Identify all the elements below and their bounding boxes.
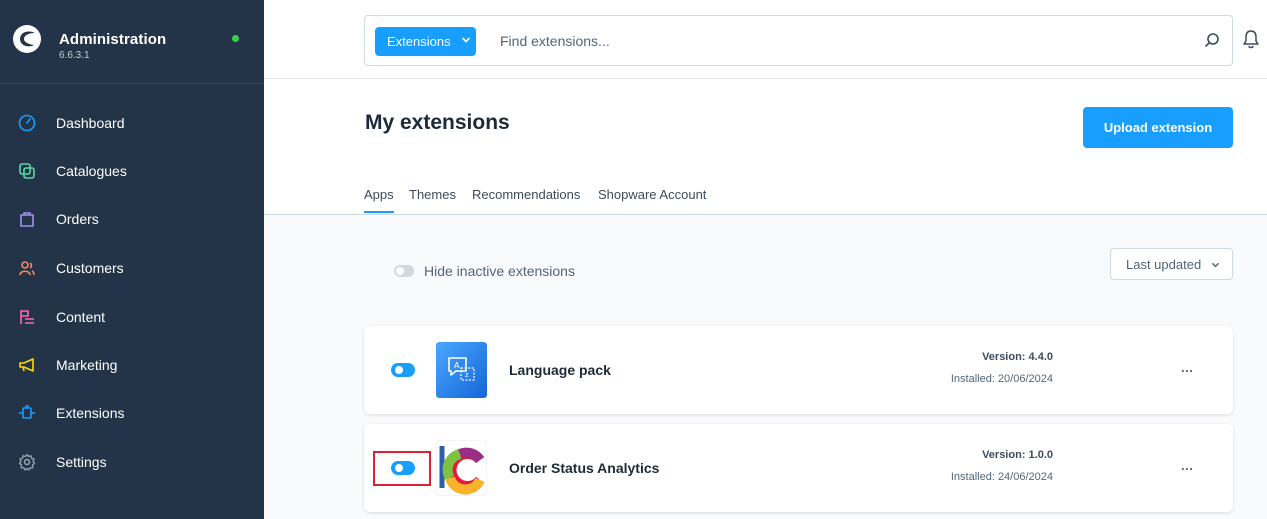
sidebar-item-settings[interactable]: Settings: [0, 440, 264, 484]
extensions-icon: [19, 405, 35, 419]
sidebar-item-marketing[interactable]: Marketing: [0, 343, 264, 387]
shopware-logo-icon: [13, 25, 41, 53]
orders-icon: [20, 212, 34, 227]
sidebar: Administration 6.6.3.1 Dashboard Catalog…: [0, 0, 264, 519]
customers-icon: [19, 261, 35, 276]
sort-select-value: Last updated: [1126, 257, 1202, 272]
upload-extension-button[interactable]: Upload extension: [1083, 107, 1233, 148]
chevron-down-icon: [462, 37, 470, 43]
bell-icon[interactable]: [1242, 29, 1260, 49]
brand-title: Administration: [59, 31, 167, 48]
extension-installed-date: Installed: 20/06/2024: [950, 373, 1053, 385]
sidebar-item-orders[interactable]: Orders: [0, 197, 264, 241]
status-indicator: [232, 35, 239, 42]
language-pack-icon: A z: [436, 342, 487, 398]
chevron-down-icon: [1212, 262, 1219, 268]
search-scope-button[interactable]: Extensions: [375, 27, 476, 56]
tab-recommendations[interactable]: Recommendations: [472, 187, 580, 202]
content-icon: [20, 310, 34, 324]
svg-text:z: z: [465, 371, 469, 379]
highlight-box: [373, 451, 431, 486]
extension-card-language-pack: A z Language pack Version: 4.4.0 Install…: [364, 326, 1233, 414]
sidebar-item-label: Content: [56, 309, 106, 325]
sidebar-item-label: Catalogues: [56, 163, 127, 179]
sidebar-item-label: Orders: [56, 211, 99, 227]
extension-name: Language pack: [509, 362, 611, 378]
sidebar-item-customers[interactable]: Customers: [0, 246, 264, 290]
tab-shopware-account[interactable]: Shopware Account: [598, 187, 706, 202]
sort-select[interactable]: Last updated: [1110, 248, 1233, 280]
order-status-analytics-icon: [436, 440, 487, 496]
global-search-bar: Extensions: [364, 15, 1233, 66]
hide-inactive-label: Hide inactive extensions: [424, 263, 575, 279]
svg-text:A: A: [454, 361, 460, 370]
extension-version: Version: 1.0.0: [982, 449, 1053, 461]
marketing-icon: [19, 358, 34, 372]
sidebar-item-extensions[interactable]: Extensions: [0, 391, 264, 435]
more-actions-button[interactable]: ...: [1181, 360, 1193, 375]
sidebar-item-label: Settings: [56, 454, 107, 470]
tab-apps[interactable]: Apps: [364, 187, 394, 213]
extension-version: Version: 4.4.0: [982, 351, 1053, 363]
extension-name: Order Status Analytics: [509, 460, 660, 476]
tab-themes[interactable]: Themes: [409, 187, 456, 202]
catalogues-icon: [19, 163, 35, 179]
sidebar-item-label: Customers: [56, 260, 124, 276]
search-scope-label: Extensions: [387, 34, 451, 49]
sidebar-item-label: Dashboard: [56, 115, 125, 131]
sidebar-item-catalogues[interactable]: Catalogues: [0, 149, 264, 193]
sidebar-item-dashboard[interactable]: Dashboard: [0, 101, 264, 145]
sidebar-item-label: Extensions: [56, 405, 125, 421]
brand-header: Administration 6.6.3.1: [0, 0, 264, 84]
extension-active-switch[interactable]: [391, 363, 415, 377]
sidebar-item-content[interactable]: Content: [0, 295, 264, 339]
page-title: My extensions: [365, 111, 510, 134]
search-input[interactable]: [500, 31, 1140, 51]
sidebar-item-label: Marketing: [56, 357, 118, 373]
search-icon[interactable]: [1204, 32, 1220, 48]
extension-installed-date: Installed: 24/06/2024: [950, 471, 1053, 483]
settings-icon: [18, 453, 36, 471]
hide-inactive-toggle[interactable]: [394, 265, 414, 277]
brand-version: 6.6.3.1: [59, 50, 90, 61]
header-divider: [264, 78, 1267, 79]
dashboard-icon: [18, 114, 36, 132]
more-actions-button[interactable]: ...: [1181, 458, 1193, 473]
extension-card-order-status-analytics: Order Status Analytics Version: 1.0.0 In…: [364, 424, 1233, 512]
